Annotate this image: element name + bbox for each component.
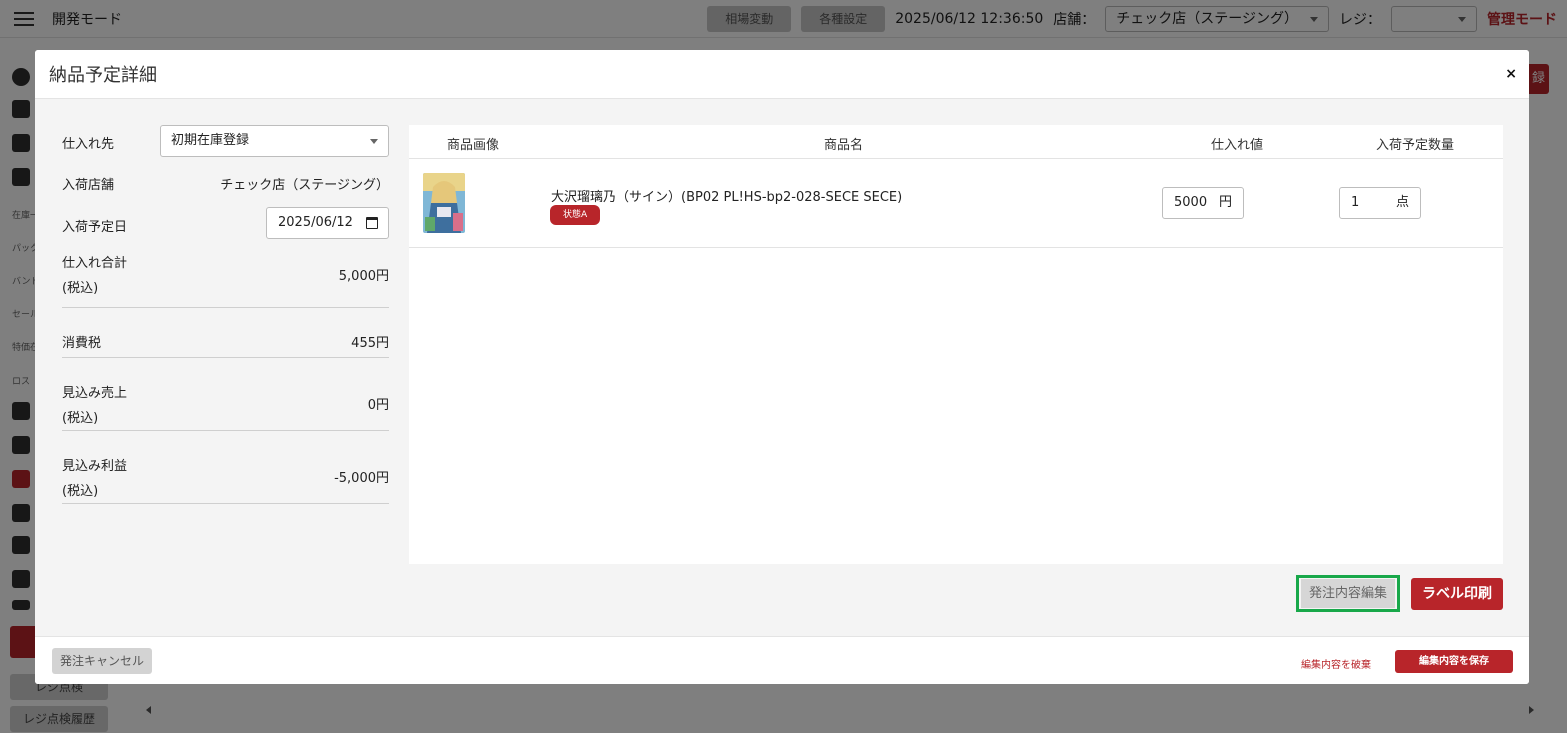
order-summary-panel: 仕入れ先 初期在庫登録 入荷店舗 チェック店（ステージング） 入荷予定日 202… — [62, 125, 389, 504]
table-header: 商品画像 商品名 仕入れ値 入荷予定数量 — [409, 125, 1503, 159]
store-row: 入荷店舗 チェック店（ステージング） — [62, 174, 389, 194]
edit-order-button[interactable]: 発注内容編集 — [1301, 579, 1395, 608]
purchase-price-value: 5000 — [1174, 195, 1208, 210]
purchase-total-row: 仕入れ合計 (税込) 5,000円 — [62, 252, 389, 308]
column-header-image: 商品画像 — [447, 138, 500, 153]
product-image — [423, 173, 465, 233]
save-edits-button[interactable]: 編集内容を保存 — [1395, 650, 1513, 673]
supplier-row: 仕入れ先 初期在庫登録 — [62, 125, 389, 157]
modal-header: 納品予定詳細 × — [35, 50, 1529, 99]
close-icon[interactable]: × — [1505, 66, 1517, 82]
expected-sales-label: 見込み売上 — [62, 386, 128, 401]
purchase-price-input[interactable]: 5000 円 — [1162, 187, 1244, 219]
modal-title: 納品予定詳細 — [49, 65, 157, 86]
expected-sales-tax-note: (税込) — [62, 411, 99, 426]
edit-order-button-highlight: 発注内容編集 — [1296, 575, 1400, 612]
quantity-value: 1 — [1351, 195, 1360, 210]
modal-footer: 発注キャンセル 編集内容を破棄 編集内容を保存 — [35, 636, 1529, 684]
supplier-select[interactable]: 初期在庫登録 — [160, 125, 389, 157]
store-value: チェック店（ステージング） — [220, 178, 389, 193]
expected-sales-row: 見込み売上 (税込) 0円 — [62, 358, 389, 431]
condition-badge: 状態A — [550, 205, 601, 225]
expected-sales-value: 0円 — [367, 398, 389, 413]
purchase-total-value: 5,000円 — [338, 269, 389, 284]
discard-edits-button[interactable]: 編集内容を破棄 — [1301, 656, 1371, 671]
product-name: 大沢瑠璃乃（サイン）(BP02 PL!HS-bp2-028-SECE SECE) — [551, 190, 903, 205]
cancel-order-button[interactable]: 発注キャンセル — [52, 648, 152, 674]
calendar-icon[interactable] — [366, 217, 378, 229]
table-row: 大沢瑠璃乃（サイン）(BP02 PL!HS-bp2-028-SECE SECE)… — [409, 159, 1503, 248]
delivery-detail-modal: 納品予定詳細 × 仕入れ先 初期在庫登録 入荷店舗 チェック店（ステージング） … — [35, 50, 1529, 684]
quantity-unit: 点 — [1395, 195, 1409, 210]
column-header-quantity: 入荷予定数量 — [1376, 138, 1455, 153]
column-header-price: 仕入れ値 — [1211, 138, 1264, 153]
date-row: 入荷予定日 2025/06/12 — [62, 207, 389, 239]
tax-row: 消費税 455円 — [62, 308, 389, 358]
expected-profit-value: -5,000円 — [334, 471, 389, 486]
arrival-date-input[interactable]: 2025/06/12 — [266, 207, 389, 239]
store-label: 入荷店舗 — [62, 178, 115, 193]
quantity-input[interactable]: 1 点 — [1339, 187, 1421, 219]
purchase-price-unit: 円 — [1218, 195, 1232, 210]
expected-profit-row: 見込み利益 (税込) -5,000円 — [62, 431, 389, 504]
chevron-down-icon — [370, 139, 378, 144]
supplier-label: 仕入れ先 — [62, 137, 115, 152]
arrival-date-value: 2025/06/12 — [278, 215, 353, 230]
product-table: 商品画像 商品名 仕入れ値 入荷予定数量 大沢瑠璃乃（サイン）(BP02 PL!… — [409, 125, 1503, 564]
print-label-button[interactable]: ラベル印刷 — [1411, 578, 1503, 610]
supplier-select-value: 初期在庫登録 — [171, 133, 250, 148]
tax-value: 455円 — [351, 336, 389, 351]
tax-label: 消費税 — [62, 336, 102, 351]
column-header-name: 商品名 — [824, 138, 864, 153]
date-label: 入荷予定日 — [62, 220, 128, 235]
